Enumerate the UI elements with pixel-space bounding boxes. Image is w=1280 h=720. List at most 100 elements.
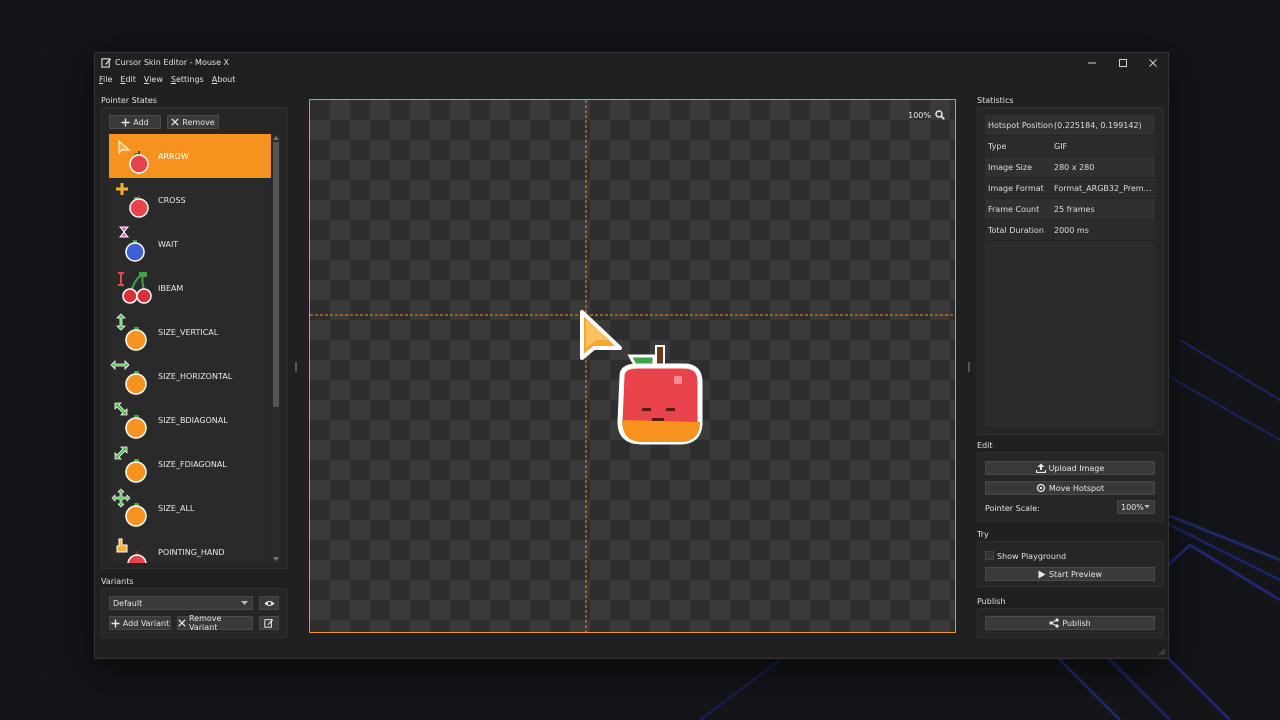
- list-item-label: SIZE_ALL: [158, 503, 195, 513]
- maximize-icon: [1119, 59, 1127, 67]
- variant-select[interactable]: Default: [109, 596, 253, 610]
- list-item-arrow[interactable]: ARROW: [109, 134, 271, 178]
- cursor-canvas[interactable]: 100%: [309, 99, 956, 633]
- orange-icon: [125, 503, 147, 527]
- menu-edit[interactable]: Edit: [119, 75, 137, 87]
- menu-settings[interactable]: Settings: [170, 75, 205, 87]
- add-state-button[interactable]: Add: [109, 115, 161, 129]
- edit-icon: [101, 58, 112, 68]
- blueberry-icon: [125, 240, 145, 262]
- pointer-states-list: ARROW CROSS WAIT IBEAM SIZE_VERTICAL SIZ…: [109, 134, 271, 563]
- stat-row: Hotspot Position (0.225184, 0.199142): [985, 115, 1155, 136]
- list-item-size-fdiagonal[interactable]: SIZE_FDIAGONAL: [109, 442, 271, 486]
- share-icon: [1049, 618, 1059, 628]
- add-variant-button[interactable]: Add Variant: [109, 616, 171, 630]
- apple-icon: [127, 551, 147, 563]
- preview-variant-button[interactable]: [259, 596, 279, 610]
- list-item-label: WAIT: [158, 239, 179, 249]
- list-item-label: SIZE_VERTICAL: [158, 327, 219, 337]
- resize-grip-icon[interactable]: [1158, 648, 1166, 656]
- publish-label: Publish: [977, 597, 1006, 606]
- hourglass-icon: [119, 226, 129, 238]
- x-icon: [178, 619, 186, 627]
- orange-icon: [125, 371, 147, 395]
- title-bar[interactable]: Cursor Skin Editor - Mouse X: [95, 53, 1168, 73]
- statistics-table: Hotspot Position (0.225184, 0.199142) Typ…: [985, 115, 1155, 241]
- close-icon: [1149, 59, 1157, 67]
- close-button[interactable]: [1138, 56, 1168, 70]
- list-item-label: POINTING_HAND: [158, 547, 225, 557]
- app-window: Cursor Skin Editor - Mouse X File Edit V…: [94, 52, 1169, 659]
- scroll-up-icon: [273, 136, 279, 140]
- remove-variant-button[interactable]: Remove Variant: [177, 614, 253, 632]
- menu-file[interactable]: File: [98, 75, 113, 87]
- move-hotspot-button[interactable]: Move Hotspot: [985, 481, 1155, 495]
- menu-about[interactable]: About: [211, 75, 237, 87]
- list-item-label: SIZE_BDIAGONAL: [158, 415, 228, 425]
- window-title: Cursor Skin Editor - Mouse X: [115, 58, 230, 67]
- list-item-cross[interactable]: CROSS: [109, 178, 271, 222]
- left-splitter-handle[interactable]: [295, 362, 297, 372]
- upload-icon: [1035, 463, 1046, 473]
- list-item-size-horizontal[interactable]: SIZE_HORIZONTAL: [109, 354, 271, 398]
- play-icon: [1038, 570, 1046, 578]
- list-item-size-all[interactable]: SIZE_ALL: [109, 486, 271, 530]
- scrollbar-thumb[interactable]: [273, 142, 279, 407]
- statistics-label: Statistics: [977, 96, 1014, 105]
- menu-view[interactable]: View: [143, 75, 164, 87]
- list-item-label: SIZE_HORIZONTAL: [158, 371, 233, 381]
- stat-row: Type GIF: [985, 136, 1155, 157]
- stat-row: Total Duration 2000 ms: [985, 220, 1155, 241]
- list-item-label: IBEAM: [158, 283, 184, 293]
- upload-image-button[interactable]: Upload Image: [985, 461, 1155, 475]
- chevron-down-icon: [1144, 505, 1150, 509]
- publish-button[interactable]: Publish: [985, 616, 1155, 630]
- orange-icon: [125, 415, 147, 439]
- pointer-scale-label: Pointer Scale:: [985, 504, 1040, 513]
- start-preview-button[interactable]: Start Preview: [985, 567, 1155, 581]
- orange-icon: [125, 459, 147, 483]
- list-item-pointing-hand[interactable]: POINTING_HAND: [109, 530, 271, 563]
- stat-row: Frame Count 25 frames: [985, 199, 1155, 220]
- cherry-icon: [122, 272, 152, 304]
- crosshair-icon: [1036, 483, 1045, 493]
- edit-icon: [264, 619, 274, 628]
- plus-icon: [121, 118, 130, 126]
- right-splitter-handle[interactable]: [968, 362, 970, 372]
- list-item-size-vertical[interactable]: SIZE_VERTICAL: [109, 310, 271, 354]
- apple-icon: [129, 151, 149, 174]
- pointer-states-scrollbar[interactable]: [272, 134, 280, 563]
- minimize-button[interactable]: [1077, 56, 1107, 70]
- pointer-scale-select[interactable]: 100%: [1117, 500, 1155, 514]
- horizontal-arrow-icon: [110, 360, 130, 370]
- list-item-label: ARROW: [158, 151, 189, 161]
- list-item-size-bdiagonal[interactable]: SIZE_BDIAGONAL: [109, 398, 271, 442]
- scroll-down-icon: [273, 557, 279, 561]
- apple-icon: [129, 195, 149, 218]
- stat-row: Image Size 280 x 280: [985, 157, 1155, 178]
- x-icon: [171, 118, 179, 126]
- eye-icon: [264, 600, 274, 606]
- list-item-wait[interactable]: WAIT: [109, 222, 271, 266]
- menu-bar: File Edit View Settings About: [98, 75, 236, 87]
- stat-row: Image FormatFormat_ARGB32_Premultiplied: [985, 178, 1155, 199]
- remove-state-button[interactable]: Remove: [167, 115, 219, 129]
- variants-label: Variants: [101, 577, 134, 586]
- plus-icon: [111, 619, 120, 627]
- list-item-label: SIZE_FDIAGONAL: [158, 459, 227, 469]
- apple-sprite: [617, 345, 703, 445]
- show-playground-checkbox[interactable]: [985, 551, 994, 560]
- rename-variant-button[interactable]: [259, 616, 279, 630]
- edit-label: Edit: [977, 441, 993, 450]
- list-item-label: CROSS: [158, 195, 186, 205]
- maximize-button[interactable]: [1108, 56, 1138, 70]
- show-playground-label: Show Playground: [997, 552, 1067, 561]
- chevron-down-icon: [241, 601, 248, 605]
- list-item-ibeam[interactable]: IBEAM: [109, 266, 271, 310]
- pointer-states-label: Pointer States: [101, 96, 157, 105]
- zoom-icon: [935, 110, 945, 120]
- orange-icon: [125, 327, 147, 351]
- minimize-icon: [1088, 62, 1096, 64]
- zoom-indicator[interactable]: 100%: [908, 110, 945, 120]
- try-label: Try: [977, 530, 989, 539]
